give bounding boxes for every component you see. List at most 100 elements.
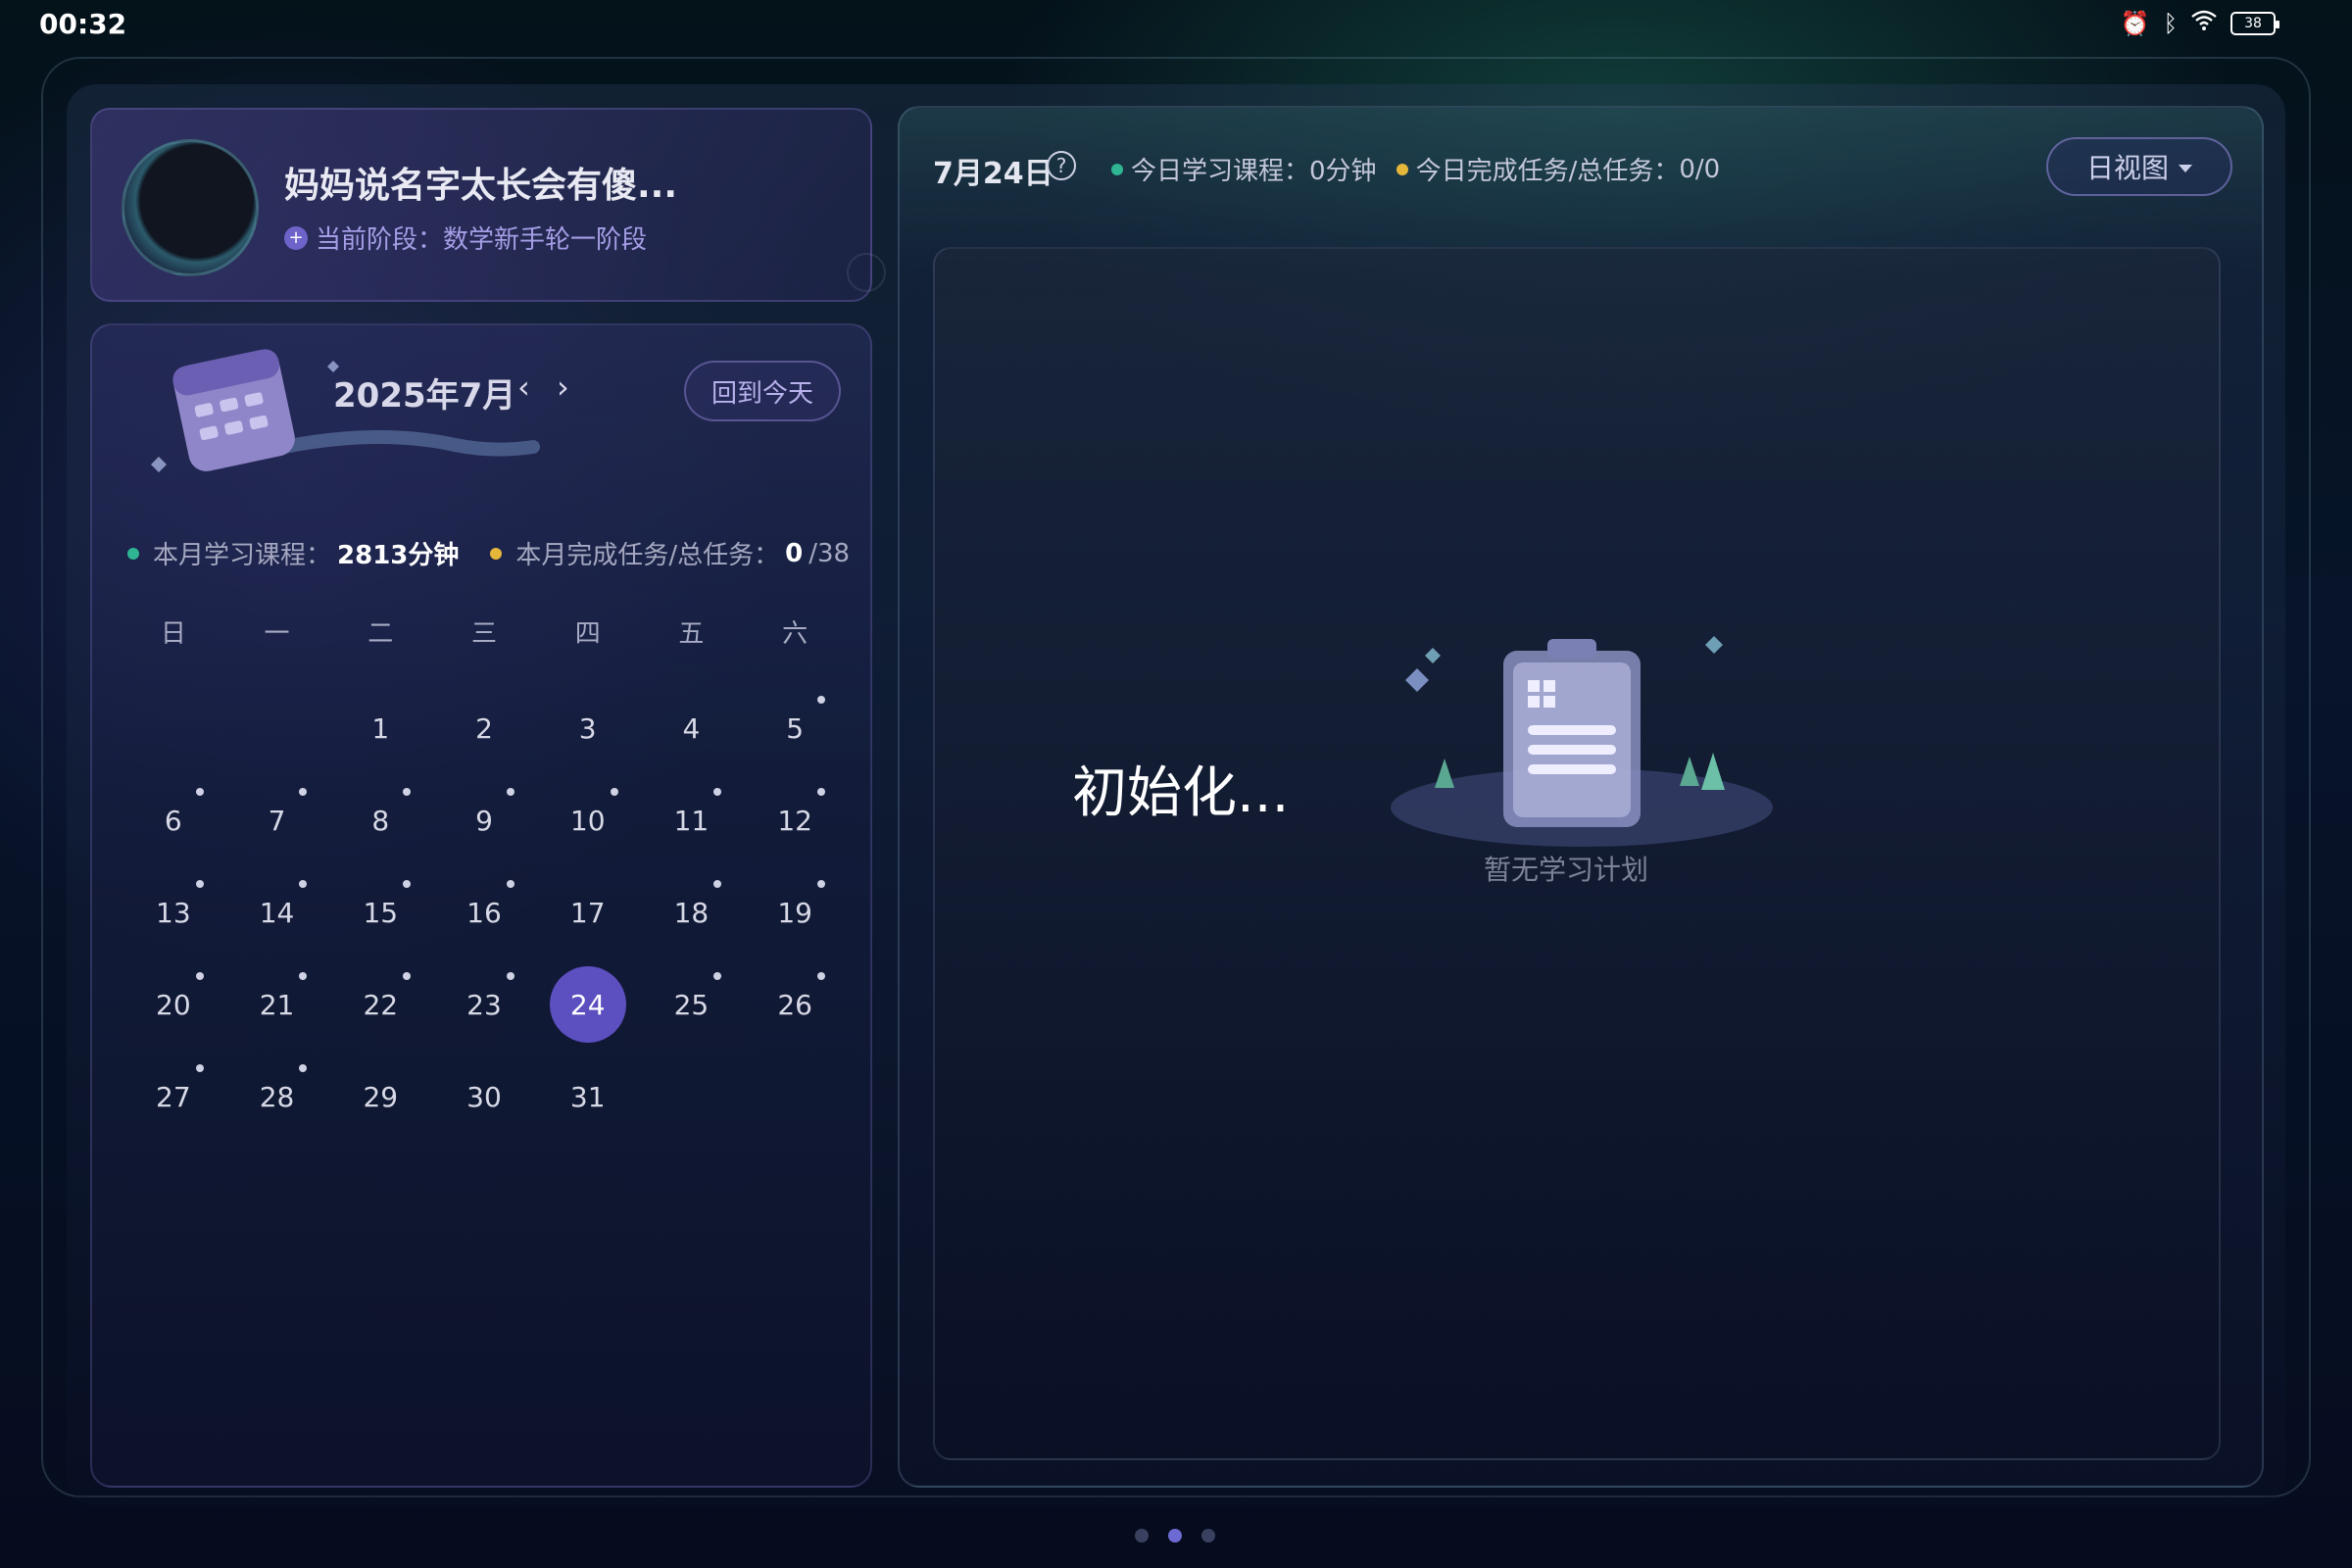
green-dot-icon — [127, 547, 139, 560]
calendar-day[interactable]: 10 — [536, 774, 640, 866]
loading-text: 初始化... — [1072, 761, 1290, 825]
today-task-label: 今日完成任务/总任务： — [1415, 157, 1680, 186]
today-task-value: 0/0 — [1679, 154, 1721, 184]
month-course-label: 本月学习课程： — [153, 541, 332, 570]
task-dot-icon — [713, 788, 722, 796]
profile-card[interactable]: 妈妈说名字太长会有傻... + 当前阶段：数学新手轮一阶段 — [90, 108, 886, 302]
calendar-day[interactable]: 19 — [743, 866, 847, 958]
weekday-label: 五 — [678, 619, 705, 649]
task-dot-icon — [713, 972, 722, 980]
calendar-day[interactable]: 6 — [122, 774, 225, 866]
decor-circle — [847, 253, 886, 292]
day-panel: 7月24日 ? 今日学习课程： 0分钟 今日完成任务/总任务： 0/0 日视图 … — [898, 106, 2264, 1488]
page-indicator — [1135, 1529, 1215, 1543]
day-number: 24 — [549, 966, 626, 1043]
task-dot-icon — [506, 880, 514, 888]
current-stage[interactable]: + 当前阶段：数学新手轮一阶段 — [284, 220, 647, 256]
calendar-day[interactable]: 23 — [432, 958, 536, 1051]
calendar-day[interactable]: 25 — [640, 958, 744, 1051]
day-number: 4 — [682, 711, 701, 745]
calendar-day[interactable]: 12 — [743, 774, 847, 866]
back-to-today-button[interactable]: 回到今天 — [684, 361, 841, 421]
calendar-day[interactable]: 27 — [122, 1051, 225, 1143]
task-dot-icon — [506, 972, 514, 980]
month-course-value: 2813分钟 — [337, 541, 460, 570]
day-number: 3 — [578, 711, 597, 745]
empty-plan-text: 暂无学习计划 — [1484, 854, 1649, 886]
avatar[interactable] — [122, 139, 259, 276]
selected-date: 7月24日 — [933, 157, 1054, 191]
calendar-day[interactable]: 26 — [743, 958, 847, 1051]
calendar-day[interactable]: 17 — [536, 866, 640, 958]
calendar-day[interactable]: 1 — [328, 682, 432, 774]
prev-month-button[interactable]: ‹ — [517, 368, 530, 406]
calendar-day[interactable]: 28 — [225, 1051, 329, 1143]
page-dot[interactable] — [1168, 1529, 1182, 1543]
calendar-day[interactable]: 29 — [328, 1051, 432, 1143]
wifi-icon — [2191, 10, 2217, 37]
weekday-label: 一 — [264, 619, 290, 649]
task-dot-icon — [403, 972, 412, 980]
calendar-day[interactable]: 4 — [640, 682, 744, 774]
calendar-day[interactable]: 5 — [743, 682, 847, 774]
task-dot-icon — [195, 972, 204, 980]
calendar-day[interactable]: 3 — [536, 682, 640, 774]
user-name: 妈妈说名字太长会有傻... — [284, 166, 678, 206]
task-dot-icon — [195, 1064, 204, 1072]
calendar-day[interactable]: 31 — [536, 1051, 640, 1143]
calendar-day[interactable]: 15 — [328, 866, 432, 958]
calendar-day[interactable]: 11 — [640, 774, 744, 866]
day-number: 29 — [363, 1080, 399, 1113]
day-number: 30 — [466, 1080, 502, 1113]
battery-icon: 38 — [2230, 12, 2279, 35]
task-dot-icon — [817, 972, 825, 980]
page-dot[interactable] — [1135, 1529, 1149, 1543]
month-title: 2025年7月 — [333, 376, 516, 416]
calendar-day[interactable]: 16 — [432, 866, 536, 958]
calendar-day[interactable]: 9 — [432, 774, 536, 866]
weekday-label: 日 — [160, 619, 186, 649]
calendar-day[interactable]: 8 — [328, 774, 432, 866]
calendar-day[interactable]: 22 — [328, 958, 432, 1051]
month-stats: 本月学习课程： 2813分钟 本月完成任务/总任务： 0 /38 — [127, 535, 850, 571]
help-icon[interactable]: ? — [1047, 151, 1076, 180]
month-task-total: /38 — [808, 538, 851, 568]
plus-icon: + — [284, 225, 308, 250]
stage-label: 当前阶段：数学新手轮一阶段 — [316, 225, 648, 255]
green-dot-icon — [1111, 163, 1123, 175]
day-number: 1 — [371, 711, 390, 745]
task-dot-icon — [610, 788, 618, 796]
task-dot-icon — [713, 880, 722, 888]
task-dot-icon — [817, 696, 825, 704]
today-course-value: 0分钟 — [1309, 157, 1377, 186]
empty-clipboard-icon — [1391, 636, 1773, 847]
bluetooth-icon: ᛒ — [2163, 10, 2178, 37]
calendar-day[interactable]: 30 — [432, 1051, 536, 1143]
caret-down-icon — [2179, 164, 2192, 172]
task-dot-icon — [195, 788, 204, 796]
page-dot[interactable] — [1201, 1529, 1215, 1543]
task-dot-icon — [195, 880, 204, 888]
calendar-day[interactable]: 21 — [225, 958, 329, 1051]
calendar-day-selected[interactable]: 24 — [536, 958, 640, 1051]
yellow-dot-icon — [490, 547, 503, 560]
day-number: 31 — [569, 1080, 606, 1113]
task-dot-icon — [817, 880, 825, 888]
calendar-day[interactable]: 7 — [225, 774, 329, 866]
calendar-day[interactable]: 20 — [122, 958, 225, 1051]
calendar-illustration-icon — [151, 349, 540, 472]
next-month-button[interactable]: › — [557, 368, 569, 406]
today-stats: 今日学习课程： 0分钟 今日完成任务/总任务： 0/0 — [1111, 151, 1720, 187]
status-bar: 00:32 ⏰ ᛒ 38 — [0, 0, 2352, 49]
calendar-card: 2025年7月 ‹ › 回到今天 本月学习课程： 2813分钟 本月完成任务/总… — [90, 323, 872, 1488]
calendar-day[interactable]: 2 — [432, 682, 536, 774]
calendar-grid: 1 2 3 4 5 6 7 8 9 10 11 12 13 14 15 16 17 18 19 20 21 22 23 24 2… — [122, 682, 847, 1143]
view-mode-label: 日视图 — [2085, 152, 2169, 184]
view-mode-dropdown[interactable]: 日视图 — [2046, 137, 2232, 196]
calendar-day[interactable]: 13 — [122, 866, 225, 958]
status-time: 00:32 — [39, 8, 127, 40]
calendar-day[interactable]: 18 — [640, 866, 744, 958]
weekday-label: 二 — [368, 619, 394, 649]
weekday-header: 日一二三四五六 — [122, 613, 847, 650]
calendar-day[interactable]: 14 — [225, 866, 329, 958]
